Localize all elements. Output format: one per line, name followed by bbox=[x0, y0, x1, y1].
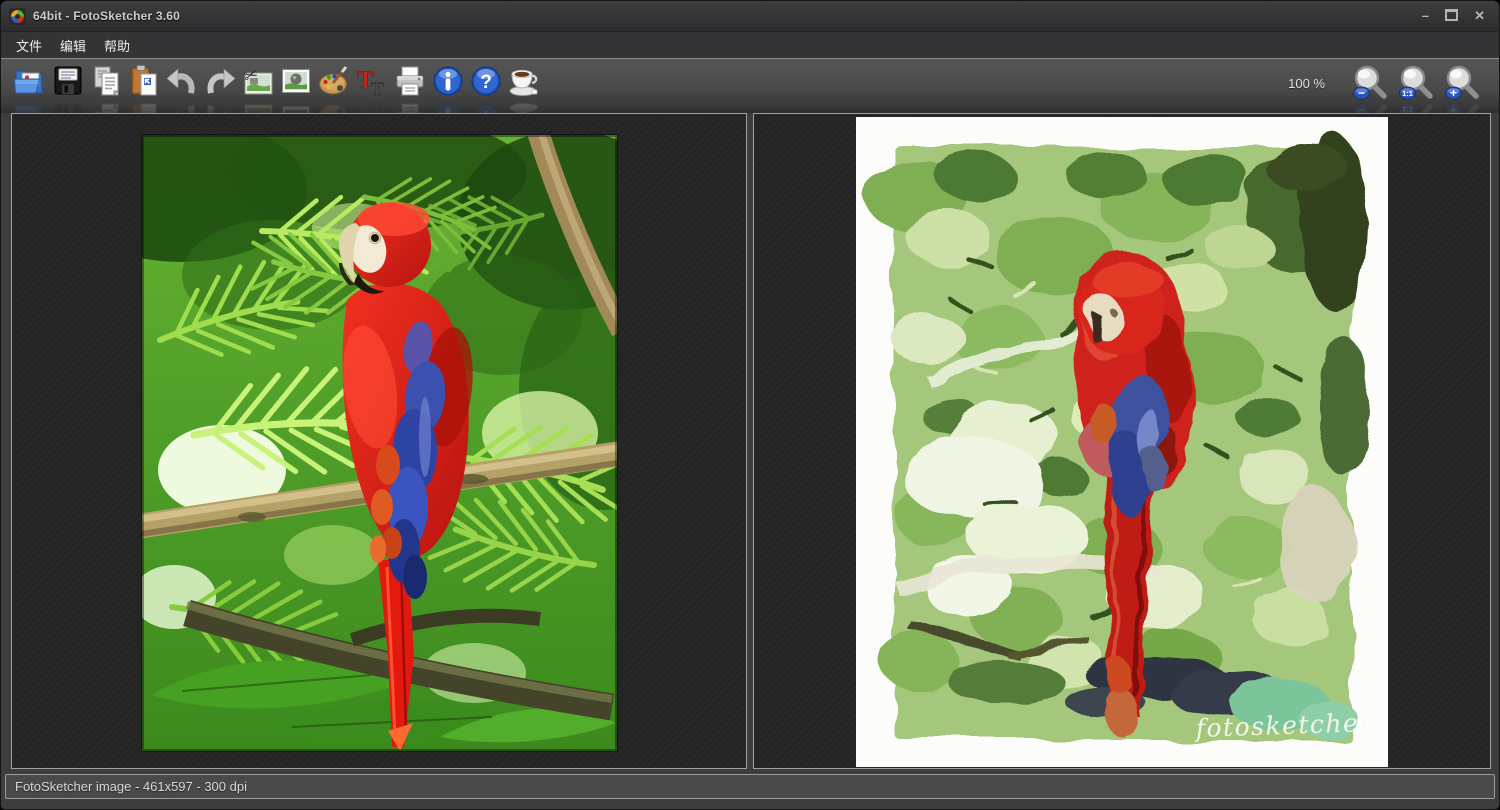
info-button[interactable] bbox=[431, 64, 465, 98]
zoom-actual-icon: 1:1 bbox=[1397, 101, 1435, 113]
add-text-icon: T T bbox=[355, 101, 389, 113]
app-logo-icon bbox=[9, 8, 26, 25]
result-image-panel: fotosketcher bbox=[753, 113, 1491, 769]
coffee-button[interactable] bbox=[507, 64, 541, 98]
redo-icon bbox=[203, 101, 237, 113]
help-icon: ? bbox=[469, 101, 503, 113]
zoom-actual-icon: 1:1 bbox=[1397, 64, 1435, 102]
print-icon bbox=[393, 101, 427, 113]
svg-text:−: − bbox=[1358, 103, 1365, 113]
paste-button[interactable] bbox=[127, 64, 161, 98]
help-button[interactable]: ? ? bbox=[469, 64, 503, 98]
zoom-in-icon: + bbox=[1443, 64, 1481, 102]
add-text-icon: T T bbox=[355, 64, 389, 98]
redo-button[interactable] bbox=[203, 64, 237, 98]
add-text-button[interactable]: T T T T bbox=[355, 64, 389, 98]
view-image-button[interactable] bbox=[279, 64, 313, 98]
copy-icon bbox=[89, 64, 123, 98]
paste-icon bbox=[127, 101, 161, 113]
minimize-button[interactable]: – bbox=[1422, 9, 1429, 23]
svg-text:+: + bbox=[1450, 86, 1457, 100]
svg-text:1:1: 1:1 bbox=[1402, 89, 1413, 98]
close-button[interactable]: ✕ bbox=[1474, 9, 1485, 23]
copy-button[interactable] bbox=[89, 64, 123, 98]
app-window: 64bit - FotoSketcher 3.60 – ✕ 文件 编辑 帮助 bbox=[0, 0, 1500, 810]
svg-text:T: T bbox=[371, 79, 384, 98]
palette-button[interactable] bbox=[317, 64, 351, 98]
zoom-out-icon: − bbox=[1351, 101, 1389, 113]
palette-icon bbox=[317, 64, 351, 98]
view-image-icon bbox=[279, 101, 313, 113]
info-icon bbox=[431, 64, 465, 98]
main-area: fotosketcher bbox=[1, 113, 1499, 773]
crop-image-icon: ✂ bbox=[241, 101, 275, 113]
zoom-actual-button[interactable]: 1:1 1:1 bbox=[1397, 64, 1435, 102]
zoom-level-label: 100 % bbox=[1288, 76, 1325, 91]
open-image-button[interactable] bbox=[13, 64, 47, 98]
svg-text:?: ? bbox=[480, 72, 492, 93]
original-image bbox=[142, 135, 617, 751]
zoom-out-button[interactable]: − − bbox=[1351, 64, 1389, 102]
original-image-panel bbox=[11, 113, 747, 769]
menu-help[interactable]: 帮助 bbox=[95, 33, 139, 58]
zoom-out-icon: − bbox=[1351, 64, 1389, 102]
redo-icon bbox=[203, 64, 237, 98]
svg-text:1:1: 1:1 bbox=[1402, 105, 1413, 113]
copy-icon bbox=[89, 101, 123, 113]
print-button[interactable] bbox=[393, 64, 427, 98]
maximize-button[interactable] bbox=[1445, 9, 1458, 24]
svg-text:−: − bbox=[1358, 86, 1365, 100]
save-image-button[interactable] bbox=[51, 64, 85, 98]
svg-text:+: + bbox=[1450, 103, 1457, 113]
svg-text:T: T bbox=[371, 101, 384, 113]
svg-text:?: ? bbox=[480, 106, 492, 113]
crop-image-button[interactable]: ✂ ✂ bbox=[241, 64, 275, 98]
window-title: 64bit - FotoSketcher 3.60 bbox=[33, 9, 180, 23]
menu-file[interactable]: 文件 bbox=[7, 33, 51, 58]
open-image-icon bbox=[13, 64, 47, 98]
status-bar: FotoSketcher image - 461x597 - 300 dpi bbox=[5, 774, 1495, 799]
help-icon: ? bbox=[469, 64, 503, 98]
save-image-icon bbox=[51, 64, 85, 98]
undo-icon bbox=[165, 101, 199, 113]
coffee-icon bbox=[507, 101, 541, 113]
title-bar[interactable]: 64bit - FotoSketcher 3.60 – ✕ bbox=[1, 1, 1499, 32]
menu-bar: 文件 编辑 帮助 bbox=[1, 32, 1499, 58]
open-image-icon bbox=[13, 101, 47, 113]
result-image: fotosketcher bbox=[856, 117, 1388, 767]
palette-icon bbox=[317, 101, 351, 113]
print-icon bbox=[393, 64, 427, 98]
undo-button[interactable] bbox=[165, 64, 199, 98]
status-text: FotoSketcher image - 461x597 - 300 dpi bbox=[6, 779, 247, 794]
undo-icon bbox=[165, 64, 199, 98]
menu-edit[interactable]: 编辑 bbox=[51, 33, 95, 58]
maximize-icon bbox=[1445, 9, 1458, 21]
view-image-icon bbox=[279, 64, 313, 98]
paste-icon bbox=[127, 64, 161, 98]
crop-image-icon: ✂ bbox=[241, 64, 275, 98]
coffee-icon bbox=[507, 64, 541, 98]
info-icon bbox=[431, 101, 465, 113]
zoom-in-icon: + bbox=[1443, 101, 1481, 113]
zoom-in-button[interactable]: + + bbox=[1443, 64, 1481, 102]
save-image-icon bbox=[51, 101, 85, 113]
toolbar: ✂ ✂ bbox=[1, 58, 1499, 113]
